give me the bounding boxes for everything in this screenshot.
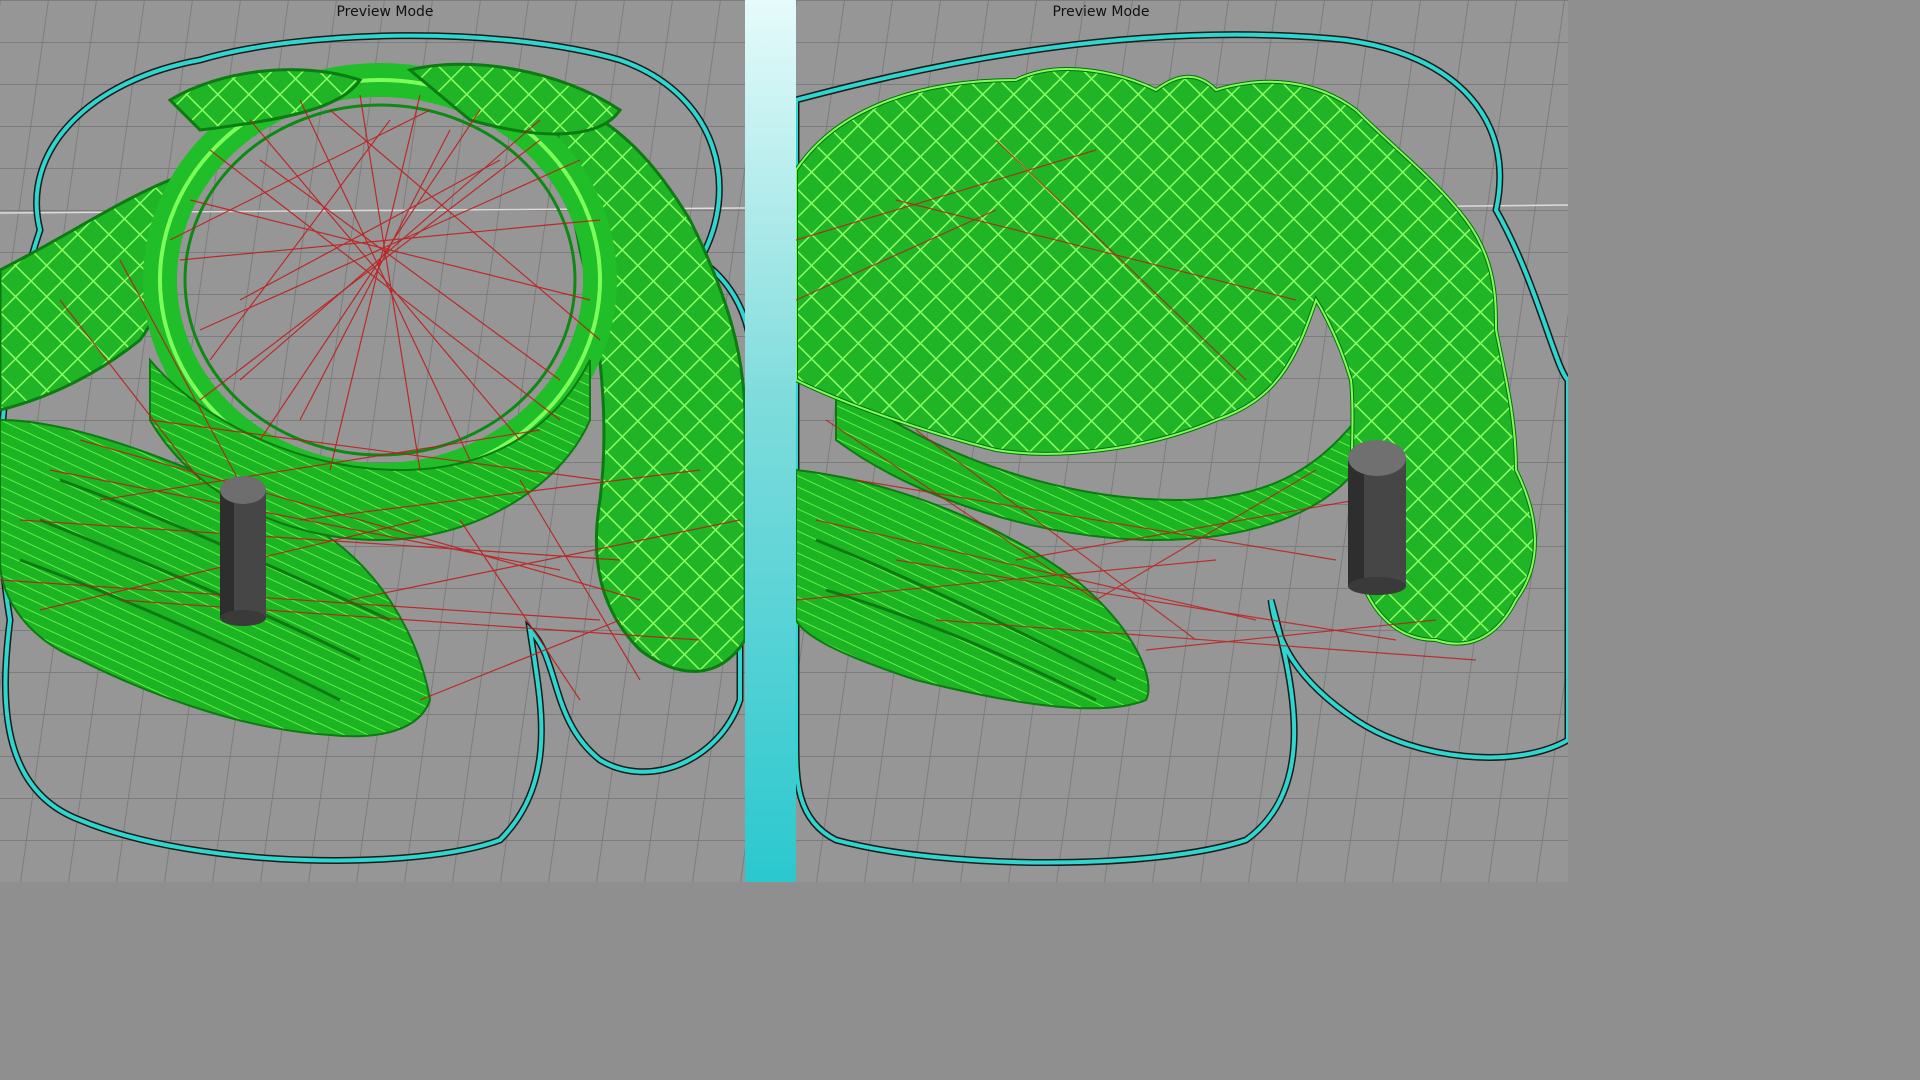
support-pillar bbox=[220, 476, 266, 626]
preview-mode-label: Preview Mode bbox=[1052, 4, 1150, 20]
support-pillar bbox=[1348, 440, 1406, 595]
left-layer-preview bbox=[0, 0, 745, 882]
panel-divider bbox=[745, 0, 796, 882]
right-layer-preview bbox=[796, 0, 1568, 882]
slicer-preview-comparison: Preview Mode Preview Mode bbox=[0, 0, 1568, 882]
left-3d-viewport[interactable]: Preview Mode bbox=[0, 0, 745, 882]
right-3d-viewport[interactable]: Preview Mode bbox=[796, 0, 1568, 882]
preview-mode-label: Preview Mode bbox=[336, 4, 434, 20]
